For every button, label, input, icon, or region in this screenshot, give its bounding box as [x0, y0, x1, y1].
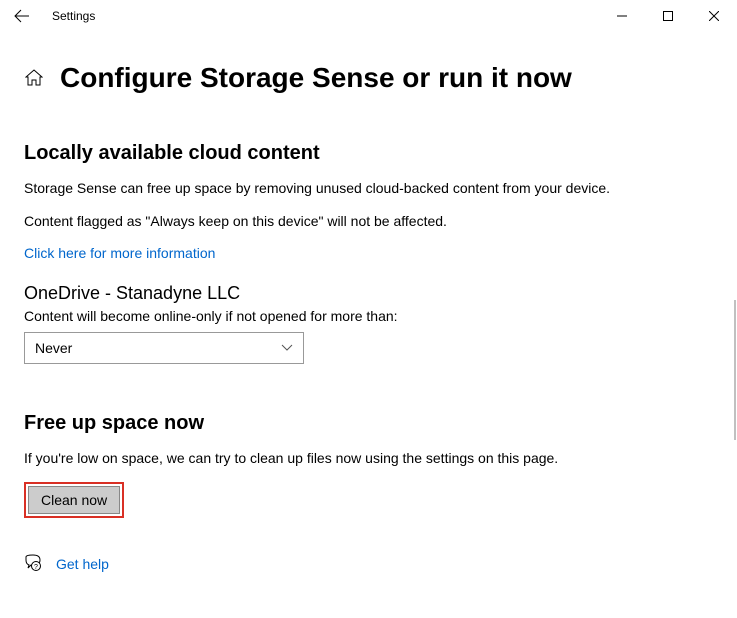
- maximize-button[interactable]: [645, 0, 691, 32]
- cloud-desc-1: Storage Sense can free up space by remov…: [24, 179, 713, 198]
- free-up-desc: If you're low on space, we can try to cl…: [24, 449, 713, 468]
- cloud-heading: Locally available cloud content: [24, 142, 713, 165]
- free-up-section: Free up space now If you're low on space…: [24, 412, 713, 518]
- page-header: Configure Storage Sense or run it now: [24, 62, 713, 94]
- close-icon: [709, 11, 719, 21]
- maximize-icon: [663, 11, 673, 21]
- clean-now-highlight: Clean now: [24, 482, 124, 518]
- minimize-icon: [617, 11, 627, 21]
- onedrive-frequency-dropdown[interactable]: Never: [24, 332, 304, 364]
- more-info-link[interactable]: Click here for more information: [24, 245, 215, 261]
- cloud-content-section: Locally available cloud content Storage …: [24, 142, 713, 364]
- app-title: Settings: [52, 9, 95, 23]
- get-help-link[interactable]: Get help: [56, 556, 109, 572]
- page-title: Configure Storage Sense or run it now: [60, 62, 572, 94]
- dropdown-value: Never: [35, 340, 72, 356]
- back-button[interactable]: [8, 2, 36, 30]
- back-arrow-icon: [14, 8, 30, 24]
- minimize-button[interactable]: [599, 0, 645, 32]
- onedrive-subsection: OneDrive - Stanadyne LLC Content will be…: [24, 283, 713, 364]
- svg-text:?: ?: [34, 564, 38, 571]
- home-icon[interactable]: [24, 68, 44, 88]
- cloud-desc-2: Content flagged as "Always keep on this …: [24, 212, 713, 231]
- content-area: Configure Storage Sense or run it now Lo…: [0, 32, 737, 599]
- scrollbar[interactable]: [734, 300, 736, 440]
- window-controls: [599, 0, 737, 32]
- help-icon[interactable]: ?: [24, 554, 42, 575]
- titlebar: Settings: [0, 0, 737, 32]
- free-up-heading: Free up space now: [24, 412, 713, 435]
- chevron-down-icon: [281, 344, 293, 352]
- clean-now-button[interactable]: Clean now: [28, 486, 120, 514]
- onedrive-heading: OneDrive - Stanadyne LLC: [24, 283, 713, 304]
- help-row: ? Get help: [24, 554, 713, 575]
- titlebar-left: Settings: [8, 2, 95, 30]
- onedrive-label: Content will become online-only if not o…: [24, 308, 713, 324]
- close-button[interactable]: [691, 0, 737, 32]
